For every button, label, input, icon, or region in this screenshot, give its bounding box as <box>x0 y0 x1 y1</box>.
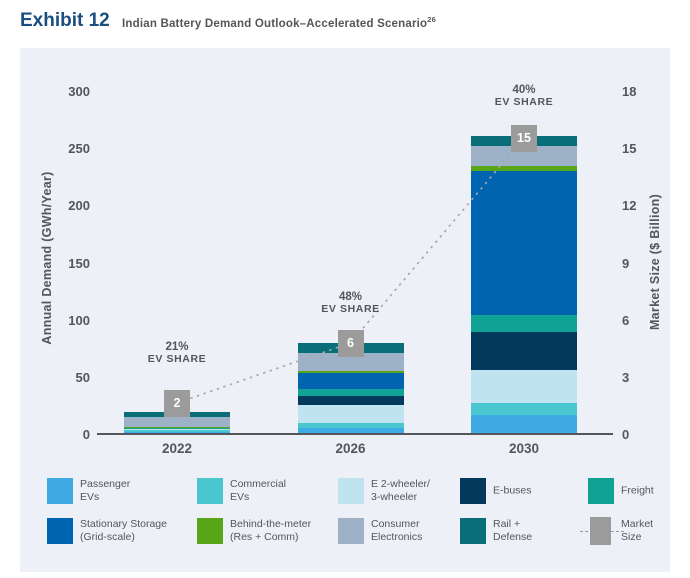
legend-swatch <box>338 518 364 544</box>
ev-share-percent: 40% <box>459 84 589 96</box>
legend-label: CommercialEVs <box>230 478 286 504</box>
ev-share-label-2022: 21%EV SHARE <box>112 341 242 365</box>
ev-share-percent: 48% <box>286 291 416 303</box>
legend-label: Freight <box>621 484 654 497</box>
legend-swatch <box>588 478 614 504</box>
ev-share-label-2026: 48%EV SHARE <box>286 291 416 315</box>
legend-swatch <box>460 478 486 504</box>
market-size-marker-2022: 2 <box>164 390 190 417</box>
ev-share-label-2030: 40%EV SHARE <box>459 84 589 108</box>
legend-label: Stationary Storage(Grid-scale) <box>80 518 167 544</box>
stacked-bar-chart: Annual Demand (GWh/Year) Market Size ($ … <box>0 0 690 578</box>
ev-share-percent: 21% <box>112 341 242 353</box>
ev-share-caption: EV SHARE <box>112 353 242 365</box>
legend-label: E-buses <box>493 484 532 497</box>
legend-swatch <box>197 478 223 504</box>
ev-share-caption: EV SHARE <box>286 303 416 315</box>
legend-label: Behind-the-meter(Res + Comm) <box>230 518 311 544</box>
market-size-marker-2026: 6 <box>338 330 364 357</box>
legend-label: Rail +Defense <box>493 518 532 544</box>
x-axis-line <box>97 433 613 435</box>
legend-swatch <box>47 478 73 504</box>
legend-label: ConsumerElectronics <box>371 518 422 544</box>
x-axis-label-2030: 2030 <box>464 441 584 456</box>
legend-label: MarketSize <box>621 518 653 544</box>
legend-swatch <box>197 518 223 544</box>
legend-swatch <box>47 518 73 544</box>
x-axis-label-2026: 2026 <box>291 441 411 456</box>
report-figure: Exhibit 12 Indian Battery Demand Outlook… <box>0 0 690 578</box>
legend-marker-square <box>590 517 611 545</box>
legend-swatch <box>460 518 486 544</box>
market-size-marker-2030: 15 <box>511 125 537 152</box>
legend-label: E 2-wheeler/3-wheeler <box>371 478 430 504</box>
legend-label: PassengerEVs <box>80 478 130 504</box>
ev-share-caption: EV SHARE <box>459 96 589 108</box>
x-axis-label-2022: 2022 <box>117 441 237 456</box>
legend-swatch <box>338 478 364 504</box>
